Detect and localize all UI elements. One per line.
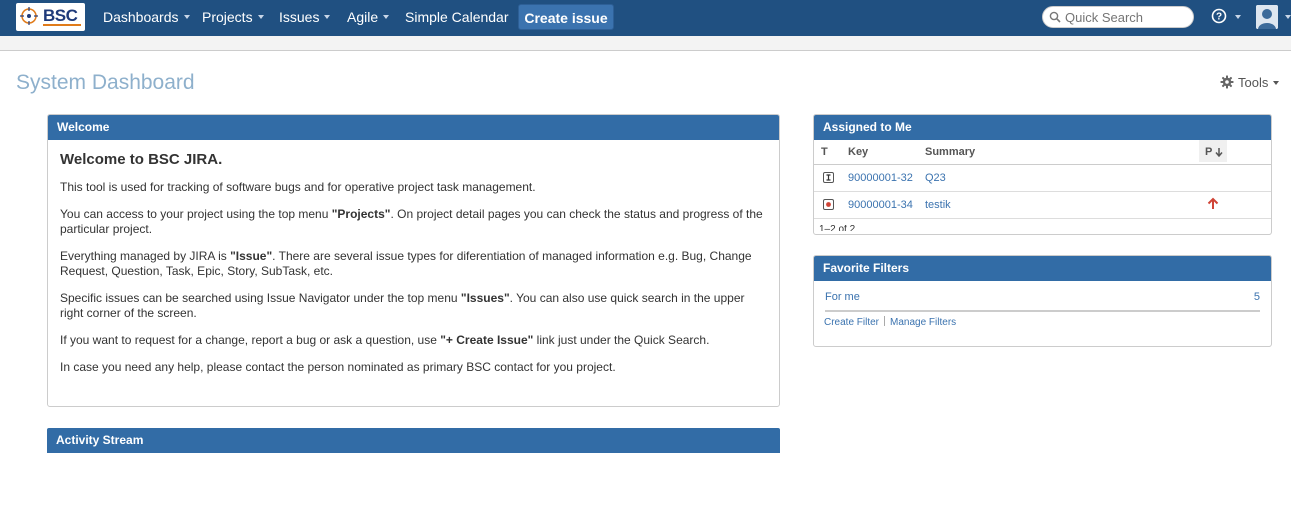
improvement-icon	[823, 172, 834, 183]
paragraph-text: If you want to request for a change, rep…	[60, 333, 441, 347]
major-priority-icon	[1207, 197, 1219, 209]
paragraph-emphasis: "Issue"	[230, 249, 273, 263]
svg-text:?: ?	[1216, 12, 1222, 23]
paragraph-text: Specific issues can be searched using Is…	[60, 291, 461, 305]
paragraph-emphasis: "Projects"	[331, 207, 391, 221]
paragraph-text: Everything managed by JIRA is	[60, 249, 231, 263]
paragraph-emphasis: "+ Create Issue"	[440, 333, 534, 347]
tools-menu[interactable]: Tools	[1220, 75, 1280, 90]
activity-stream-gadget: Activity Stream	[47, 428, 780, 453]
nav-simple-calendar-label: Simple Calendar	[405, 9, 509, 25]
welcome-paragraph: You can access to your project using the…	[60, 207, 767, 237]
logo-underline	[43, 24, 81, 26]
welcome-paragraph: Specific issues can be searched using Is…	[60, 291, 767, 321]
user-icon	[1256, 5, 1278, 29]
column-key[interactable]: Key	[848, 146, 868, 158]
nav-projects[interactable]: Projects	[202, 9, 264, 25]
nav-projects-label: Projects	[202, 9, 253, 25]
welcome-content: Welcome to BSC JIRA. This tool is used f…	[48, 140, 779, 375]
nav-dashboards[interactable]: Dashboards	[103, 9, 190, 25]
assigned-to-me-title[interactable]: Assigned to Me	[814, 115, 1271, 140]
paragraph-emphasis: "Issues"	[460, 291, 510, 305]
manage-filters-link[interactable]: Manage Filters	[890, 317, 956, 328]
filter-actions: Create Filter Manage Filters	[824, 312, 1261, 328]
nav-agile[interactable]: Agile	[347, 9, 390, 25]
search-icon	[1049, 11, 1061, 23]
sort-down-icon	[1215, 148, 1223, 157]
create-filter-link[interactable]: Create Filter	[824, 317, 879, 328]
sub-header-bar	[0, 36, 1291, 51]
nav-agile-label: Agile	[347, 9, 379, 25]
column-summary[interactable]: Summary	[925, 146, 975, 158]
help-chevron-down-icon[interactable]	[1235, 15, 1241, 19]
bug-icon	[823, 199, 834, 210]
top-navigation-bar: BSC Dashboards Projects Issues Agile Sim…	[0, 0, 1291, 36]
filter-name-link[interactable]: For me	[825, 291, 860, 303]
issue-summary-link[interactable]: testik	[925, 199, 951, 211]
page-title: System Dashboard	[16, 71, 195, 94]
chevron-down-icon	[383, 15, 390, 20]
issue-key-link[interactable]: 90000001-32	[848, 172, 913, 184]
welcome-paragraph: If you want to request for a change, rep…	[60, 333, 767, 348]
user-chevron-down-icon[interactable]	[1285, 15, 1291, 19]
logo-text: BSC	[43, 6, 78, 25]
divider	[884, 316, 886, 326]
quick-search[interactable]	[1042, 6, 1194, 28]
welcome-gadget: Welcome Welcome to BSC JIRA. This tool i…	[47, 114, 780, 407]
pagination-text: 1–2 of 2	[819, 225, 856, 231]
column-type[interactable]: T	[821, 146, 828, 158]
quick-search-input[interactable]	[1065, 8, 1187, 26]
filter-count-link[interactable]: 5	[1254, 291, 1260, 303]
paragraph-text: link just under the Quick Search.	[533, 333, 710, 347]
issue-key-link[interactable]: 90000001-34	[848, 199, 913, 211]
welcome-heading: Welcome to BSC JIRA.	[60, 151, 223, 168]
table-row[interactable]: 90000001-34 testik	[814, 192, 1271, 219]
chevron-down-icon	[1273, 80, 1280, 85]
tools-label: Tools	[1238, 75, 1269, 90]
nav-issues[interactable]: Issues	[279, 9, 331, 25]
column-priority[interactable]: P	[1205, 146, 1212, 158]
favorite-filters-gadget: Favorite Filters For me 5 Create Filter M…	[813, 255, 1272, 347]
nav-issues-label: Issues	[279, 9, 320, 25]
gear-icon	[1220, 75, 1234, 89]
chevron-down-icon	[183, 15, 190, 20]
table-header: T Key Summary P	[814, 140, 1271, 165]
nav-simple-calendar[interactable]: Simple Calendar	[405, 9, 509, 25]
table-row[interactable]: 90000001-32 Q23	[814, 165, 1271, 192]
nav-dashboards-label: Dashboards	[103, 9, 179, 25]
assigned-to-me-gadget: Assigned to Me T Key Summary P 90000001-…	[813, 114, 1272, 235]
create-issue-button[interactable]: Create issue	[518, 4, 614, 30]
filter-row[interactable]: For me 5	[825, 281, 1260, 312]
welcome-paragraph: In case you need any help, please contac…	[60, 360, 616, 374]
activity-stream-title[interactable]: Activity Stream	[47, 428, 780, 453]
welcome-gadget-title[interactable]: Welcome	[48, 115, 779, 140]
logo-mark-icon	[20, 7, 38, 25]
user-avatar[interactable]	[1256, 5, 1278, 29]
favorite-filters-title[interactable]: Favorite Filters	[814, 256, 1271, 281]
bsc-logo[interactable]: BSC	[16, 3, 85, 31]
help-icon[interactable]: ?	[1211, 8, 1231, 28]
issue-summary-link[interactable]: Q23	[925, 172, 946, 184]
welcome-paragraph: Everything managed by JIRA is "Issue". T…	[60, 249, 767, 279]
chevron-down-icon	[324, 15, 331, 20]
welcome-paragraph: This tool is used for tracking of softwa…	[60, 180, 536, 194]
paragraph-text: You can access to your project using the…	[60, 207, 332, 221]
chevron-down-icon	[257, 15, 264, 20]
